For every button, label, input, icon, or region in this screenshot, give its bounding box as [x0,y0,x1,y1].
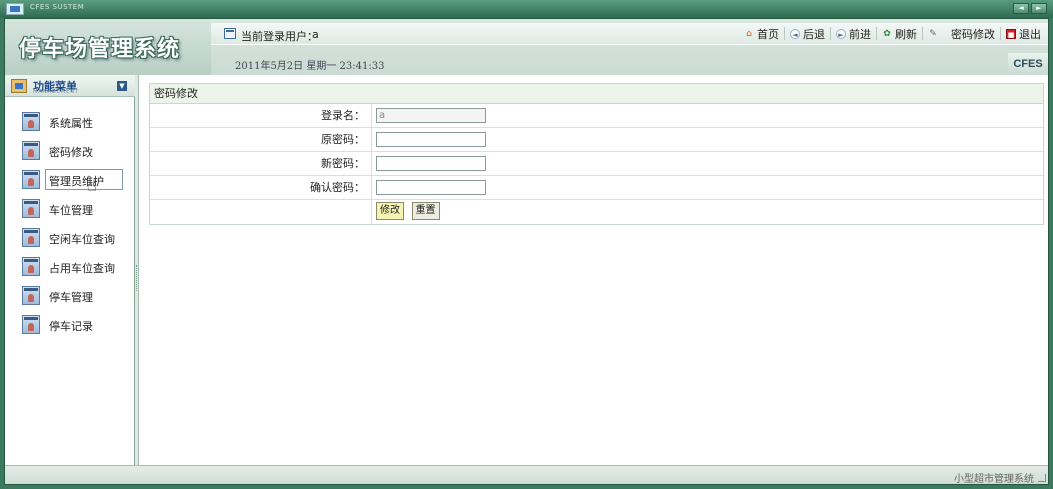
window-right-button[interactable]: ► [1031,3,1047,14]
user-card-icon [22,170,40,189]
nav-exit[interactable]: ■ 退出 [1001,27,1046,41]
nav-change-password[interactable]: ✎ 密码修改 [923,27,1001,41]
collapse-icon[interactable]: ▼ [117,81,127,91]
form-row-login: 登录名： [150,104,1043,128]
user-card-icon [22,228,40,247]
splitter-grip[interactable] [136,265,138,291]
confirm-password-field[interactable] [376,180,486,195]
user-card-icon [22,199,40,218]
sidebar-item-occupied-space-query[interactable]: 占用车位查询 [5,255,135,284]
form-row-old-password: 原密码： [150,128,1043,152]
sidebar-item-admin-maintenance[interactable]: 管理员维护 ☝ [5,168,135,197]
nav-exit-label: 退出 [1019,27,1041,41]
new-password-label: 新密码： [150,152,372,175]
resize-grip-icon[interactable] [1038,474,1046,482]
current-datetime: 2011年5月2日 星期一 23:41:33 [235,61,385,72]
logo: 停车场管理系统 [5,19,211,75]
nav-refresh-label: 刷新 [895,27,917,41]
sidebar-item-parking-management[interactable]: 停车管理 [5,284,135,313]
logo-text: 停车场管理系统 [19,36,181,62]
nav-change-password-label: 密码修改 [951,27,995,41]
status-text: 小型超市管理系统 [954,474,1034,485]
user-card-icon [22,141,40,160]
sidebar-item-label: 系统属性 [49,117,93,130]
change-password-form: 密码修改 登录名： 原密码： 新密码： 确认密码： [149,83,1044,225]
old-password-field[interactable] [376,132,486,147]
menu-icon [11,79,27,93]
sidebar-item-label: 占用车位查询 [49,262,115,275]
user-card-icon [22,112,40,131]
status-bar: 小型超市管理系统 [5,465,1048,485]
sidebar-item-change-password[interactable]: 密码修改 [5,139,135,168]
nav-home-label: 首页 [757,27,779,41]
nav-home[interactable]: ⌂ 首页 [739,27,785,41]
nav-forward-label: 前进 [849,27,871,41]
sidebar-item-label: 密码修改 [49,146,93,159]
sidebar-item-label: 车位管理 [49,204,93,217]
home-icon: ⌂ [746,28,752,39]
nav-forward[interactable]: ► 前进 [831,27,877,41]
header: 停车场管理系统 当前登录用户： a ⌂ 首页 ◄ 后退 ► 前进 ✿ 刷新 ✎ … [5,19,1048,75]
date-bar: 2011年5月2日 星期一 23:41:33 CFES [211,53,1048,75]
nav-back[interactable]: ◄ 后退 [785,27,831,41]
sidebar-item-label: 空闲车位查询 [49,233,115,246]
form-title: 密码修改 [150,84,1043,104]
sidebar-item-parking-records[interactable]: 停车记录 [5,313,135,342]
user-card-icon [22,257,40,276]
actions-label-cell [150,200,372,224]
window-titlebar[interactable]: CFES SUSTEM ◄ ► [0,0,1053,18]
app-icon [6,3,24,15]
login-name-label: 登录名： [150,104,372,127]
refresh-icon: ✿ [883,28,891,39]
main-content: 密码修改 登录名： 原密码： 新密码： 确认密码： [139,75,1048,465]
reset-button[interactable]: 重置 [411,202,440,220]
sidebar-header: 功能菜单 MANAGEMENT ▼ [5,75,135,97]
sidebar-subtitle: MANAGEMENT [33,89,80,95]
hand-cursor-icon: ☝ [87,176,97,195]
app-client: 停车场管理系统 当前登录用户： a ⌂ 首页 ◄ 后退 ► 前进 ✿ 刷新 ✎ … [4,18,1049,485]
forward-icon: ► [836,28,846,39]
window-title: CFES SUSTEM [30,3,85,11]
sidebar-item-label: 停车管理 [49,291,93,304]
old-password-label: 原密码： [150,128,372,151]
back-icon: ◄ [790,28,800,39]
current-user-label: 当前登录用户： [241,30,318,43]
user-card-icon [22,286,40,305]
exit-icon: ■ [1006,28,1016,39]
sidebar-item-free-space-query[interactable]: 空闲车位查询 [5,226,135,255]
sidebar-item-system-properties[interactable]: 系统属性 [5,110,135,139]
sidebar-item-space-management[interactable]: 车位管理 [5,197,135,226]
sidebar-item-label: 停车记录 [49,320,93,333]
login-name-field[interactable] [376,108,486,123]
sidebar-menu: 系统属性 密码修改 管理员维护 ☝ 车位管理 空闲车位查询 占用车位查询 停车管… [5,110,135,342]
nav-refresh[interactable]: ✿ 刷新 [877,27,923,41]
form-row-confirm-password: 确认密码： [150,176,1043,200]
sidebar: 功能菜单 MANAGEMENT ▼ 系统属性 密码修改 管理员维护 ☝ 车位管理… [5,75,135,465]
password-icon: ✎ [929,28,937,39]
user-bar: 当前登录用户： a ⌂ 首页 ◄ 后退 ► 前进 ✿ 刷新 ✎ 密码修改 ■ 退… [211,23,1048,45]
window-left-button[interactable]: ◄ [1013,3,1029,14]
form-row-actions: 修改 重置 [150,200,1043,224]
submit-button[interactable]: 修改 [376,202,404,220]
nav-back-label: 后退 [803,27,825,41]
brand-badge: CFES [1008,53,1048,75]
user-card-icon [22,315,40,334]
form-row-new-password: 新密码： [150,152,1043,176]
current-user-value: a [312,28,319,41]
top-nav: ⌂ 首页 ◄ 后退 ► 前进 ✿ 刷新 ✎ 密码修改 ■ 退出 [739,27,1046,41]
new-password-field[interactable] [376,156,486,171]
confirm-password-label: 确认密码： [150,176,372,199]
user-card-icon [224,28,236,39]
app-window: CFES SUSTEM ◄ ► 停车场管理系统 当前登录用户： a ⌂ 首页 ◄… [0,0,1053,489]
